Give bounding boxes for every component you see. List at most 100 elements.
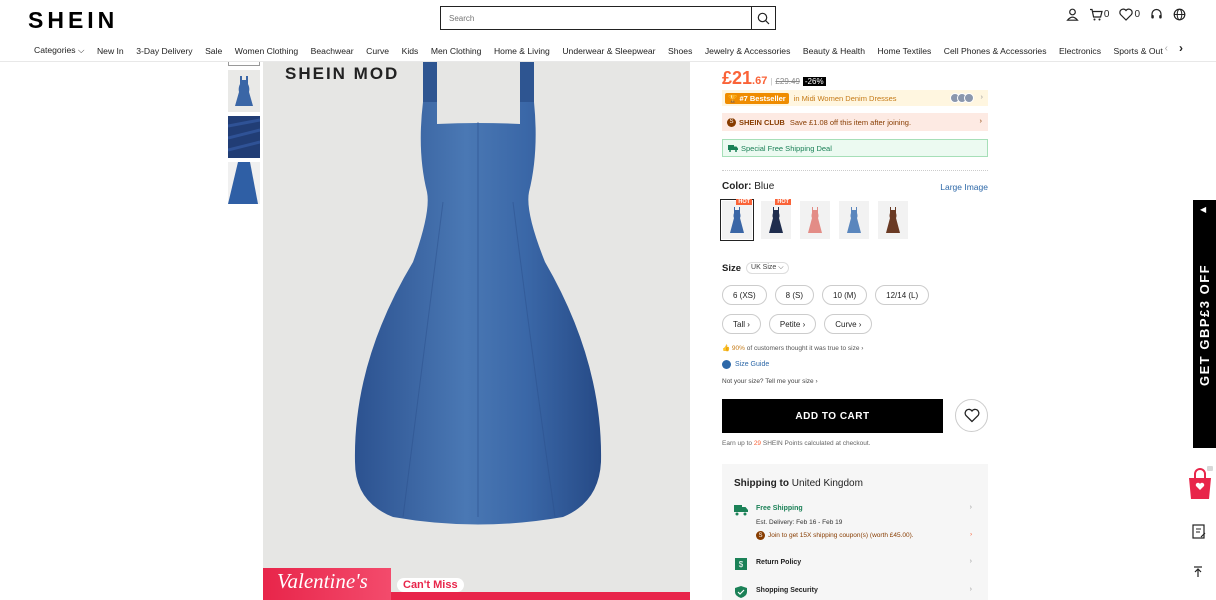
size-option[interactable]: 8 (S): [774, 285, 815, 305]
nav-item[interactable]: 3-Day Delivery: [136, 46, 192, 56]
color-swatch[interactable]: HOT: [720, 199, 754, 241]
shein-club-banner[interactable]: S SHEIN CLUB Save £1.08 off this item af…: [722, 113, 988, 131]
nav-item[interactable]: Men Clothing: [431, 46, 482, 56]
hot-badge: HOT: [775, 199, 791, 205]
fit-percent: 90%: [731, 345, 745, 352]
shipping-coupon-join[interactable]: S Join to get 15X shipping coupon(s) (wo…: [756, 531, 976, 540]
nav-item[interactable]: New In: [97, 46, 124, 56]
nav-item[interactable]: Curve: [366, 46, 389, 56]
brand-watermark: SHEIN MOD: [285, 64, 400, 83]
search-button[interactable]: [751, 7, 775, 29]
heart-icon: [964, 408, 979, 423]
size-options: 6 (XS) 8 (S) 10 (M) 12/14 (L): [722, 285, 930, 305]
nav-item[interactable]: Cell Phones & Accessories: [944, 46, 1047, 56]
cart-icon: [1089, 8, 1103, 21]
shipping-title: Shipping to United Kingdom: [734, 478, 863, 489]
nav-item[interactable]: Sports & Out: [1114, 46, 1163, 56]
thumbnail[interactable]: [228, 70, 260, 112]
bestseller-banner[interactable]: 🏆 #7 Bestseller in Midi Women Denim Dres…: [722, 90, 988, 106]
thumbnail[interactable]: [228, 162, 260, 204]
nav-next-icon[interactable]: ›: [1179, 41, 1183, 55]
reviewer-avatars: [950, 93, 974, 103]
club-label: SHEIN CLUB: [739, 117, 785, 127]
product-main-image[interactable]: SHEIN MOD Valentine's Can't Miss: [263, 62, 690, 600]
club-icon: S: [756, 531, 765, 540]
size-option[interactable]: 10 (M): [822, 285, 868, 305]
language-button[interactable]: [1173, 8, 1186, 21]
size-group-curve[interactable]: Curve ›: [824, 314, 873, 334]
back-to-top-icon[interactable]: [1192, 566, 1204, 581]
wishlist-button[interactable]: 0: [1119, 8, 1140, 21]
shein-logo[interactable]: SHEIN: [28, 7, 118, 34]
cart-button[interactable]: 0: [1089, 8, 1109, 21]
thumbnail[interactable]: [228, 62, 260, 66]
search-bar[interactable]: [440, 6, 776, 30]
nav-item[interactable]: Beachwear: [311, 46, 354, 56]
headset-icon: [1151, 8, 1162, 19]
nav-item[interactable]: Jewelry & Accessories: [705, 46, 791, 56]
user-icon: [1066, 8, 1079, 21]
promo-side-tab[interactable]: ◀ GET GBP£3 OFF: [1193, 200, 1216, 448]
search-input[interactable]: [441, 7, 751, 29]
nav-item[interactable]: Beauty & Health: [803, 46, 865, 56]
thumbs-up-icon: 👍: [722, 345, 731, 352]
svg-text:$: $: [739, 560, 744, 569]
price-row: £21.67 | £29.49 -26%: [722, 68, 826, 89]
nav-prev-icon[interactable]: ‹: [1165, 43, 1168, 54]
nav-item[interactable]: Women Clothing: [235, 46, 298, 56]
price-separator: |: [770, 77, 773, 86]
thumbnail-list: [227, 62, 261, 208]
fit-feedback[interactable]: 👍 90% of customers thought it was true t…: [722, 344, 863, 352]
size-group-petite[interactable]: Petite ›: [768, 314, 817, 334]
size-group-tall[interactable]: Tall ›: [722, 314, 761, 334]
ship-deal-text: Special Free Shipping Deal: [741, 143, 832, 153]
nav-item[interactable]: Underwear & Sleepwear: [562, 46, 655, 56]
color-swatch[interactable]: [800, 201, 830, 239]
add-to-cart-button[interactable]: ADD TO CART: [722, 399, 943, 433]
color-swatch[interactable]: [839, 201, 869, 239]
club-text: Save £1.08 off this item after joining.: [789, 117, 912, 127]
size-guide-link[interactable]: Size Guide: [722, 360, 769, 369]
category-nav: Categories ⌵ New In 3-Day Delivery Sale …: [0, 40, 1216, 62]
support-button[interactable]: [1150, 8, 1163, 21]
truck-icon: [734, 505, 748, 516]
size-option[interactable]: 6 (XS): [722, 285, 767, 305]
account-button[interactable]: [1066, 8, 1079, 21]
color-swatch[interactable]: [878, 201, 908, 239]
free-shipping-deal[interactable]: Special Free Shipping Deal: [722, 139, 988, 157]
return-policy-label: Return Policy: [756, 559, 802, 566]
color-label: Color:: [722, 181, 752, 192]
nav-item[interactable]: Sale: [205, 46, 222, 56]
nav-item[interactable]: Electronics: [1059, 46, 1101, 56]
nav-item[interactable]: Kids: [402, 46, 419, 56]
thumbnail[interactable]: [227, 116, 261, 158]
size-option[interactable]: 12/14 (L): [875, 285, 930, 305]
search-icon: [757, 12, 770, 24]
promo-text: GET GBP£3 OFF: [1197, 263, 1212, 387]
nav-item[interactable]: Home & Living: [494, 46, 550, 56]
discount-badge: -26%: [802, 77, 826, 86]
nav-item[interactable]: Categories ⌵: [34, 45, 84, 56]
find-my-size-link[interactable]: Not your size? Tell me your size ›: [722, 378, 818, 385]
caret-left-icon: ◀: [1200, 205, 1207, 214]
free-shipping-label: Free Shipping: [756, 505, 803, 512]
large-image-link[interactable]: Large Image: [940, 182, 988, 192]
feedback-icon[interactable]: [1192, 524, 1206, 543]
color-value: Blue: [754, 181, 775, 192]
color-swatch[interactable]: HOT: [761, 199, 791, 239]
chevron-right-icon: ›: [969, 586, 972, 593]
bestseller-tag: 🏆 #7 Bestseller: [725, 92, 789, 104]
add-to-wishlist-button[interactable]: [955, 399, 988, 432]
current-price: £21.67: [722, 68, 768, 88]
wishlist-count: 0: [1134, 9, 1140, 20]
banner-cta[interactable]: Can't Miss: [397, 578, 464, 592]
valentines-banner[interactable]: Valentine's Can't Miss: [263, 568, 690, 600]
size-region-select[interactable]: UK Size ⌵: [746, 262, 789, 274]
color-swatches: HOT HOT: [720, 199, 908, 241]
nav-item[interactable]: Shoes: [668, 46, 692, 56]
gift-bag-icon[interactable]: [1187, 466, 1213, 500]
points-note: Earn up to 29 SHEIN Points calculated at…: [722, 440, 871, 447]
dress-image: [263, 62, 690, 600]
nav-item[interactable]: Home Textiles: [877, 46, 931, 56]
shield-icon: [735, 586, 747, 598]
